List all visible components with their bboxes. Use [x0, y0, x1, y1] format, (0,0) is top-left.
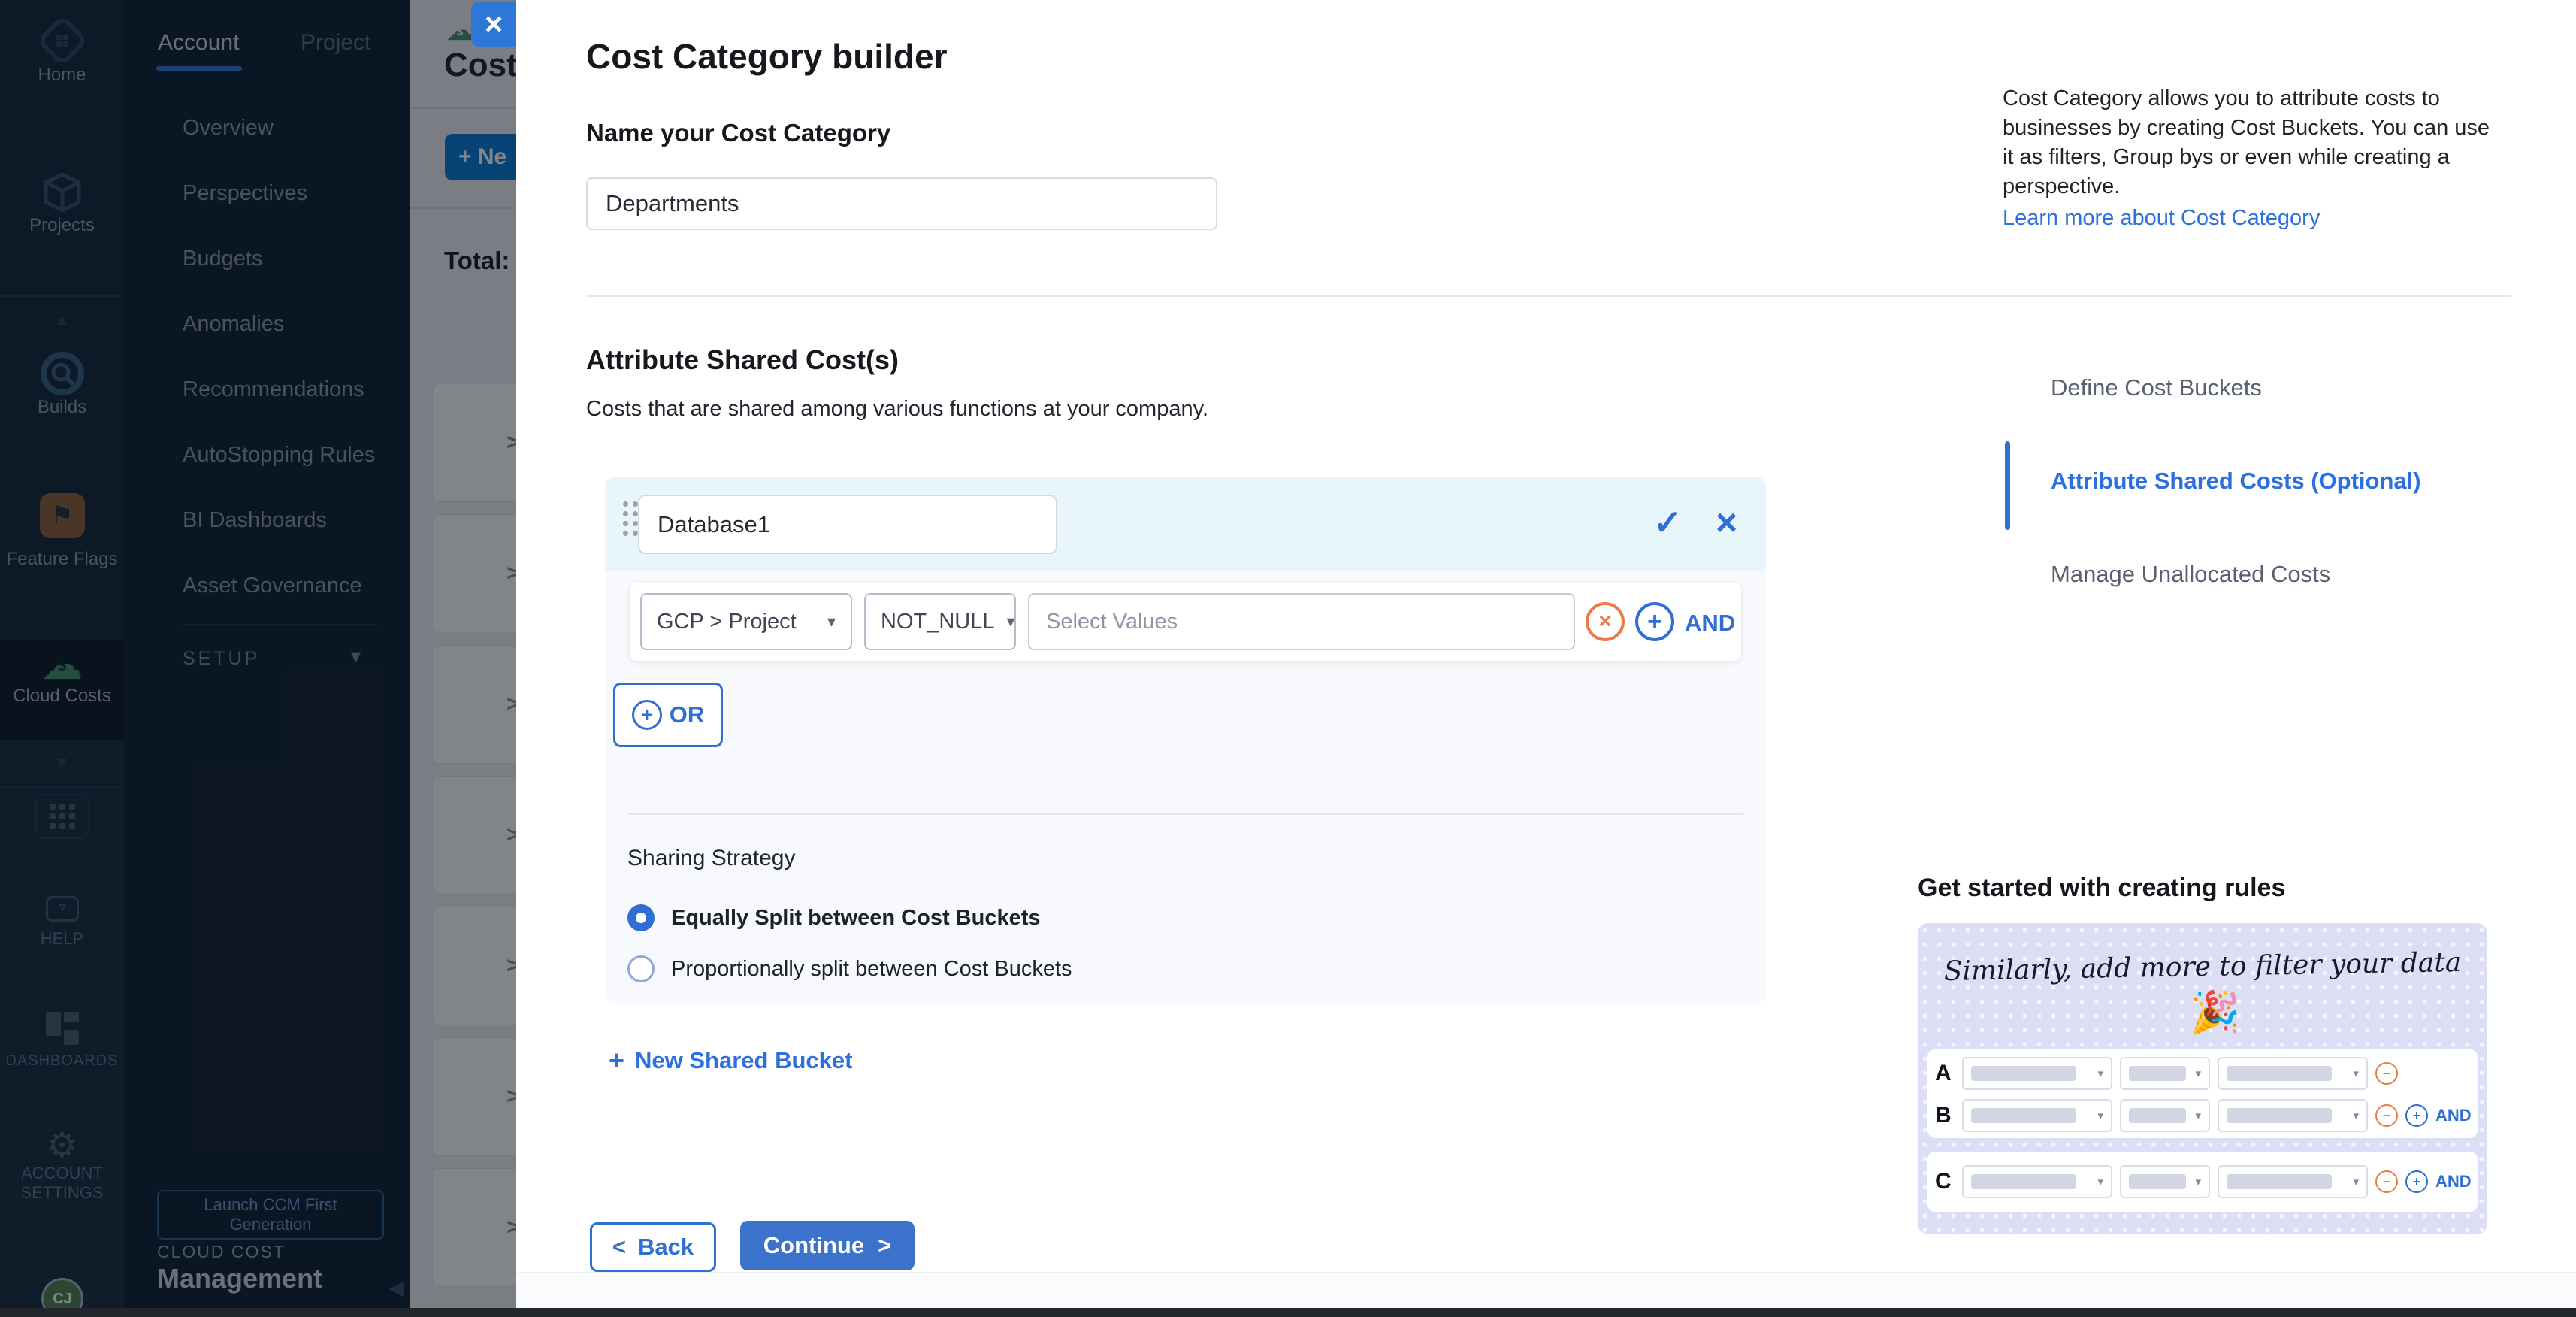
- placeholder-dropdown: ▾: [2120, 1057, 2210, 1090]
- get-started-heading: Get started with creating rules: [1918, 873, 2285, 903]
- radio-proportionally-split[interactable]: Proportionally split between Cost Bucket…: [627, 955, 1072, 982]
- or-label: OR: [670, 701, 705, 728]
- row-letter: C: [1935, 1169, 1955, 1194]
- plus-circle-icon: +: [632, 700, 662, 730]
- operator-dropdown[interactable]: NOT_NULL ▾: [864, 593, 1016, 650]
- radio-label: Proportionally split between Cost Bucket…: [671, 957, 1072, 982]
- app-window: Home Projects ▲ Builds ⚑ Feature Flags ⚑…: [0, 0, 2576, 1317]
- remove-row-icon: −: [2375, 1062, 2398, 1085]
- operator-value: NOT_NULL: [881, 610, 995, 634]
- continue-label: Continue: [763, 1232, 864, 1259]
- illustration-row: A ▾ ▾ ▾ −: [1935, 1055, 2398, 1091]
- illustration-note: Similarly, add more to filter your data: [1918, 946, 2487, 987]
- remove-bucket-icon[interactable]: ×: [1716, 500, 1737, 545]
- rule-condition-row: GCP > Project ▾ NOT_NULL ▾ × + AND: [630, 583, 1741, 661]
- illustration-row: B ▾ ▾ ▾ − + AND: [1935, 1098, 2472, 1134]
- new-shared-bucket-label: New Shared Bucket: [635, 1047, 852, 1074]
- placeholder-dropdown: ▾: [1962, 1165, 2112, 1198]
- placeholder-dropdown: ▾: [2218, 1057, 2368, 1090]
- about-cost-category: Cost Category allows you to attribute co…: [2003, 84, 2499, 231]
- caret-down-icon: ▾: [827, 612, 836, 631]
- illustration-rows-ab: A ▾ ▾ ▾ − B ▾ ▾ ▾ − + AND: [1927, 1049, 2478, 1138]
- radio-equally-split[interactable]: Equally Split between Cost Buckets: [627, 904, 1041, 931]
- drawer-title: Cost Category builder: [586, 36, 948, 77]
- add-row-icon: +: [2405, 1170, 2428, 1193]
- dimension-dropdown[interactable]: GCP > Project ▾: [640, 593, 852, 650]
- drag-handle-icon[interactable]: [623, 501, 638, 536]
- active-step-indicator: [2005, 441, 2010, 530]
- card-divider: [627, 813, 1743, 815]
- sharing-strategy-label: Sharing Strategy: [627, 846, 795, 871]
- back-button[interactable]: < Back: [590, 1222, 716, 1272]
- step-attribute-shared-costs[interactable]: Attribute Shared Costs (Optional): [2051, 468, 2421, 495]
- and-label[interactable]: AND: [1685, 610, 1735, 637]
- shared-costs-heading: Attribute Shared Cost(s): [586, 344, 899, 376]
- chevron-right-icon: >: [878, 1232, 891, 1259]
- row-letter: B: [1935, 1103, 1955, 1128]
- chevron-left-icon: <: [612, 1234, 626, 1261]
- cost-category-name-input[interactable]: [586, 177, 1217, 230]
- remove-row-icon: −: [2375, 1170, 2398, 1193]
- learn-more-link[interactable]: Learn more about Cost Category: [2003, 206, 2320, 231]
- remove-row-icon: −: [2375, 1104, 2398, 1127]
- new-shared-bucket-link[interactable]: + New Shared Bucket: [609, 1045, 852, 1076]
- modal-dim-overlay: [0, 0, 516, 1317]
- bucket-name-input[interactable]: [638, 495, 1057, 554]
- shared-costs-subtext: Costs that are shared among various func…: [586, 397, 1208, 422]
- dimension-value: GCP > Project: [657, 610, 797, 634]
- placeholder-dropdown: ▾: [1962, 1099, 2112, 1132]
- shared-bucket-card: ✓ × GCP > Project ▾ NOT_NULL ▾ × + AND +: [605, 477, 1766, 1004]
- and-label: AND: [2435, 1172, 2472, 1191]
- name-section-label: Name your Cost Category: [586, 119, 890, 147]
- illustration-row: C ▾ ▾ ▾ − + AND: [1935, 1164, 2472, 1200]
- add-row-icon: +: [2405, 1104, 2428, 1127]
- window-bottom-edge: [0, 1308, 2576, 1317]
- row-letter: A: [1935, 1061, 1955, 1086]
- select-values-input[interactable]: [1028, 593, 1575, 650]
- remove-condition-icon[interactable]: ×: [1586, 602, 1625, 641]
- cost-category-builder-drawer: Cost Category builder Cost Category allo…: [516, 0, 2576, 1317]
- rules-illustration-panel: Similarly, add more to filter your data …: [1918, 923, 2487, 1234]
- placeholder-dropdown: ▾: [2120, 1165, 2210, 1198]
- bucket-card-header: ✓ ×: [605, 477, 1766, 571]
- caret-down-icon: ▾: [1007, 612, 1015, 631]
- drawer-close-button[interactable]: ×: [471, 2, 516, 47]
- confirm-bucket-icon[interactable]: ✓: [1653, 500, 1683, 545]
- drawer-footer-strip: [516, 1272, 2576, 1309]
- plus-icon: +: [609, 1045, 624, 1076]
- close-icon: ×: [485, 6, 503, 42]
- placeholder-dropdown: ▾: [1962, 1057, 2112, 1090]
- radio-icon: [627, 955, 655, 982]
- add-or-condition-button[interactable]: + OR: [613, 683, 723, 747]
- add-and-condition-icon[interactable]: +: [1635, 602, 1674, 641]
- placeholder-dropdown: ▾: [2218, 1099, 2368, 1132]
- step-manage-unallocated-costs[interactable]: Manage Unallocated Costs: [2051, 561, 2330, 588]
- and-label: AND: [2435, 1106, 2472, 1125]
- party-popper-emoji: 🎉: [2190, 989, 2240, 1037]
- placeholder-dropdown: ▾: [2218, 1165, 2368, 1198]
- continue-button[interactable]: Continue >: [740, 1221, 915, 1270]
- illustration-row-c: C ▾ ▾ ▾ − + AND: [1927, 1152, 2478, 1212]
- radio-icon: [627, 904, 655, 931]
- placeholder-dropdown: ▾: [2120, 1099, 2210, 1132]
- section-divider: [586, 295, 2511, 297]
- about-text: Cost Category allows you to attribute co…: [2003, 84, 2499, 201]
- back-label: Back: [638, 1234, 694, 1261]
- radio-label: Equally Split between Cost Buckets: [671, 906, 1041, 931]
- step-define-cost-buckets[interactable]: Define Cost Buckets: [2051, 374, 2262, 401]
